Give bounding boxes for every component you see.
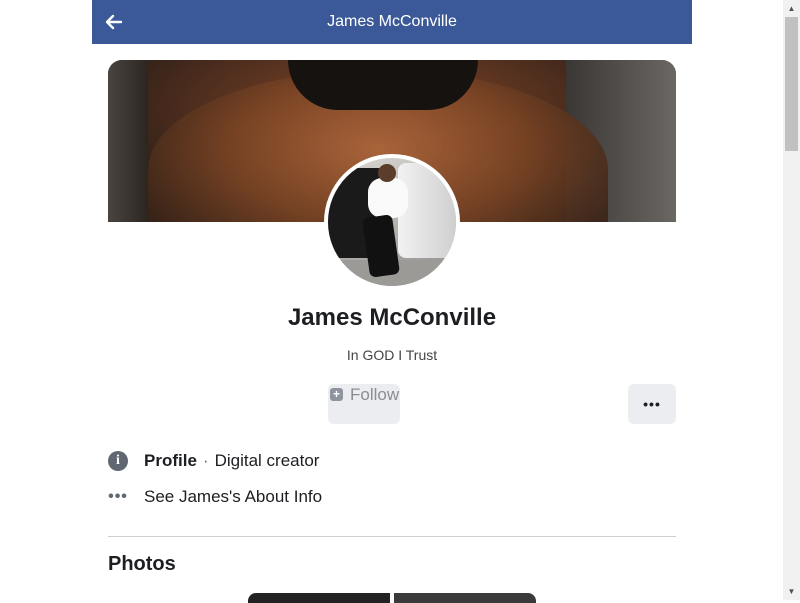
follow-button[interactable]: + Follow — [328, 384, 400, 424]
profile-bio: In GOD I Trust — [346, 347, 438, 363]
back-button[interactable] — [102, 10, 126, 34]
photo-thumbnail[interactable] — [394, 593, 536, 603]
plus-icon: + — [330, 388, 343, 401]
about-info-link[interactable]: See James's About Info — [144, 487, 322, 507]
info-icon: i — [108, 451, 128, 471]
more-dots-icon: ••• — [108, 488, 128, 505]
scroll-up-icon[interactable]: ▲ — [783, 0, 800, 17]
scrollbar-thumb[interactable] — [785, 17, 798, 151]
profile-name: James McConville — [287, 304, 497, 331]
profile-picture — [328, 158, 456, 286]
profile-type-label: Profile — [144, 451, 197, 470]
page-title: James McConville — [327, 13, 457, 30]
about-info-row[interactable]: ••• See James's About Info — [108, 487, 322, 507]
photos-heading: Photos — [108, 553, 176, 575]
profile-page: James McConville James McConville In GOD… — [92, 0, 692, 603]
vertical-scrollbar[interactable]: ▲ ▼ — [783, 0, 800, 600]
divider — [108, 536, 676, 537]
arrow-left-icon — [105, 14, 123, 30]
photo-thumbnail[interactable] — [248, 593, 390, 603]
profile-category-row: i Profile · Digital creator — [108, 451, 319, 471]
avatar[interactable] — [324, 154, 460, 290]
more-options-button[interactable]: ••• — [628, 384, 676, 424]
top-bar: James McConville — [92, 0, 692, 44]
scroll-down-icon[interactable]: ▼ — [783, 583, 800, 600]
follow-label: Follow — [350, 385, 400, 404]
separator: · — [202, 451, 209, 470]
profile-category: Digital creator — [214, 451, 320, 470]
